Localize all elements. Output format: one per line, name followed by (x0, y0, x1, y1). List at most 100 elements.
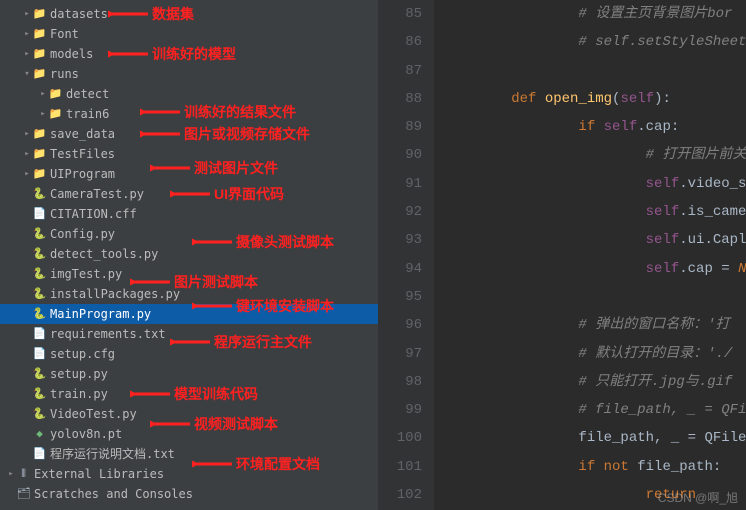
tree-item[interactable]: 🐍MainProgram.py (0, 304, 378, 324)
code-line[interactable]: # self.setStyleSheet (434, 28, 746, 56)
line-gutter: 858687888990919293949596979899100101102 (378, 0, 434, 510)
tree-item[interactable]: 🐍imgTest.py (0, 264, 378, 284)
tree-item[interactable]: 🐍detect_tools.py (0, 244, 378, 264)
tree-item-label: UIProgram (50, 164, 115, 184)
gutter-line-number: 85 (378, 0, 422, 28)
code-line[interactable]: self.cap = None (434, 255, 746, 283)
tree-item-label: MainProgram.py (50, 304, 151, 324)
expand-arrow-icon[interactable]: ▸ (22, 144, 32, 164)
tree-item[interactable]: 📄setup.cfg (0, 344, 378, 364)
tree-item[interactable]: ▸📁TestFiles (0, 144, 378, 164)
code-line[interactable]: # 默认打开的目录：'./ (434, 340, 746, 368)
tree-item-label: Config.py (50, 224, 115, 244)
gutter-line-number: 91 (378, 170, 422, 198)
tree-item-label: Scratches and Consoles (34, 484, 193, 504)
expand-arrow-icon[interactable]: ▸ (6, 464, 16, 484)
gutter-line-number: 90 (378, 141, 422, 169)
tree-item-label: imgTest.py (50, 264, 122, 284)
project-tree[interactable]: ▸📁datasets▸📁Font▸📁models▾📁runs▸📁detect▸📁… (0, 0, 378, 508)
tree-item-label: External Libraries (34, 464, 164, 484)
code-area[interactable]: # 设置主页背景图片bor # self.setStyleSheet def o… (434, 0, 746, 510)
code-line[interactable]: if self.cap: (434, 113, 746, 141)
tree-item-label: detect_tools.py (50, 244, 158, 264)
expand-arrow-icon[interactable]: ▸ (22, 4, 32, 24)
expand-arrow-icon[interactable]: ▸ (22, 24, 32, 44)
gutter-line-number: 92 (378, 198, 422, 226)
tree-item[interactable]: ▸⫴External Libraries (0, 464, 378, 484)
code-line[interactable]: self.video_stop( (434, 170, 746, 198)
tree-item[interactable]: ▸📁save_data (0, 124, 378, 144)
gutter-line-number: 102 (378, 481, 422, 509)
tree-item-label: train6 (66, 104, 109, 124)
tree-item-label: setup.py (50, 364, 108, 384)
tree-item-label: detect (66, 84, 109, 104)
tree-item[interactable]: 📄程序运行说明文档.txt (0, 444, 378, 464)
tree-item[interactable]: 📄requirements.txt (0, 324, 378, 344)
gutter-line-number: 94 (378, 255, 422, 283)
code-line[interactable]: # file_path, _ = QFi (434, 396, 746, 424)
code-line[interactable] (434, 283, 746, 311)
expand-arrow-icon[interactable]: ▸ (38, 84, 48, 104)
expand-arrow-icon[interactable]: ▸ (38, 104, 48, 124)
tree-item-label: datasets (50, 4, 108, 24)
code-line[interactable]: if not file_path: (434, 453, 746, 481)
project-tree-panel: ▸📁datasets▸📁Font▸📁models▾📁runs▸📁detect▸📁… (0, 0, 378, 510)
tree-item-label: train.py (50, 384, 108, 404)
tree-item-label: 程序运行说明文档.txt (50, 444, 175, 464)
watermark: CSDN @啊_旭 (658, 489, 738, 506)
expand-arrow-icon[interactable]: ▾ (22, 64, 32, 84)
tree-item[interactable]: ▸📁datasets (0, 4, 378, 24)
tree-item-label: Font (50, 24, 79, 44)
tree-item-label: VideoTest.py (50, 404, 137, 424)
tree-item[interactable]: ▾📁runs (0, 64, 378, 84)
code-line[interactable]: # 打开图片前关闭 (434, 141, 746, 169)
gutter-line-number: 101 (378, 453, 422, 481)
code-line[interactable]: # 只能打开.jpg与.gif (434, 368, 746, 396)
tree-item-label: TestFiles (50, 144, 115, 164)
tree-item[interactable]: 🗂Scratches and Consoles (0, 484, 378, 504)
tree-item-label: requirements.txt (50, 324, 166, 344)
tree-item[interactable]: ▸📁models (0, 44, 378, 64)
tree-item-label: runs (50, 64, 79, 84)
tree-item-label: save_data (50, 124, 115, 144)
gutter-line-number: 87 (378, 57, 422, 85)
gutter-line-number: 93 (378, 226, 422, 254)
gutter-line-number: 98 (378, 368, 422, 396)
gutter-line-number: 97 (378, 340, 422, 368)
code-line[interactable]: self.is_camera_o (434, 198, 746, 226)
tree-item[interactable]: 📄CITATION.cff (0, 204, 378, 224)
tree-item[interactable]: 🐍installPackages.py (0, 284, 378, 304)
expand-arrow-icon[interactable]: ▸ (22, 124, 32, 144)
tree-item-label: yolov8n.pt (50, 424, 122, 444)
tree-item[interactable]: ▸📁UIProgram (0, 164, 378, 184)
code-line[interactable]: file_path, _ = QFile (434, 424, 746, 452)
tree-item-label: setup.cfg (50, 344, 115, 364)
tree-item[interactable]: ▸📁train6 (0, 104, 378, 124)
code-line[interactable]: def open_img(self): (434, 85, 746, 113)
code-line[interactable]: # 设置主页背景图片bor (434, 0, 746, 28)
tree-item[interactable]: 🐍train.py (0, 384, 378, 404)
code-line[interactable] (434, 57, 746, 85)
gutter-line-number: 100 (378, 424, 422, 452)
gutter-line-number: 89 (378, 113, 422, 141)
tree-item-label: CITATION.cff (50, 204, 137, 224)
gutter-line-number: 99 (378, 396, 422, 424)
gutter-line-number: 86 (378, 28, 422, 56)
tree-item-label: installPackages.py (50, 284, 180, 304)
gutter-line-number: 95 (378, 283, 422, 311)
tree-item-label: models (50, 44, 93, 64)
expand-arrow-icon[interactable]: ▸ (22, 164, 32, 184)
tree-item[interactable]: ▸📁detect (0, 84, 378, 104)
expand-arrow-icon[interactable]: ▸ (22, 44, 32, 64)
tree-item[interactable]: 🐍CameraTest.py (0, 184, 378, 204)
tree-item[interactable]: 🐍Config.py (0, 224, 378, 244)
tree-item[interactable]: ◆yolov8n.pt (0, 424, 378, 444)
code-line[interactable]: self.ui.CaplineE (434, 226, 746, 254)
tree-item[interactable]: 🐍setup.py (0, 364, 378, 384)
gutter-line-number: 88 (378, 85, 422, 113)
tree-item[interactable]: 🐍VideoTest.py (0, 404, 378, 424)
gutter-line-number: 96 (378, 311, 422, 339)
code-line[interactable]: # 弹出的窗口名称：'打 (434, 311, 746, 339)
tree-item-label: CameraTest.py (50, 184, 144, 204)
tree-item[interactable]: ▸📁Font (0, 24, 378, 44)
